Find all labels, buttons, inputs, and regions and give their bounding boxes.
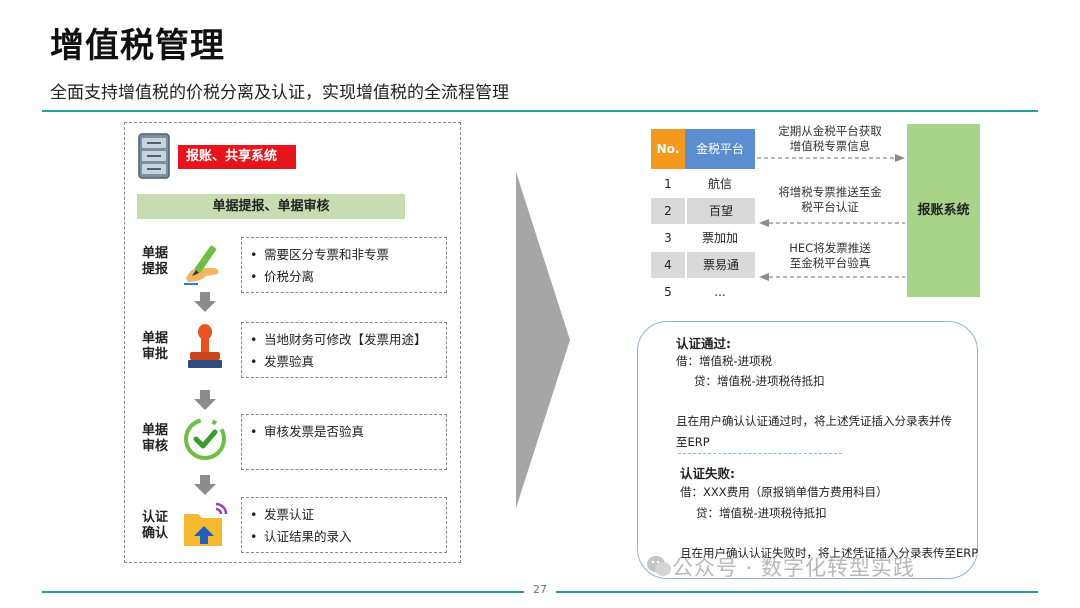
pen-hand-icon — [184, 245, 219, 285]
system-badge: 报账、共享系统 — [178, 145, 296, 169]
accounting-divider — [678, 453, 842, 454]
step-label-submit: 单据 提报 — [141, 246, 168, 277]
pass-debit: 借：增值税-进项税 — [676, 354, 773, 368]
wechat-icon — [647, 556, 671, 576]
step-label-confirm: 认证 确认 — [141, 510, 168, 541]
table-row: 4 票易通 — [651, 252, 755, 278]
table-row: 1 航信 — [664, 177, 732, 191]
check-circle-icon — [184, 418, 226, 460]
footer-line-right — [556, 591, 1038, 593]
table-header-platform: 金税平台 — [685, 129, 755, 169]
stage-bar: 单据提报、单据审核 — [137, 194, 405, 219]
step-bullets-submit: 需要区分专票和非专票 价税分离 — [241, 237, 447, 293]
fail-debit: 借：XXX费用（原报销单借方费用科目） — [680, 485, 888, 499]
title-divider — [42, 110, 1038, 112]
step-label-review: 单据 审核 — [141, 423, 168, 454]
step-bullets-review: 审核发票是否验真 — [241, 414, 447, 470]
footer-line-left — [42, 591, 524, 593]
table-row: 5 ... — [664, 285, 726, 299]
folder-upload-icon — [184, 502, 228, 546]
step-bullets-approve: 当地财务可修改【发票用途】 发票验真 — [241, 322, 447, 378]
fail-credit: 贷：增值税-进项税待抵扣 — [696, 506, 827, 520]
table-row: 2 百望 — [651, 198, 755, 224]
flow-label-fetch: 定期从金税平台获取 增值税专票信息 — [778, 124, 882, 153]
big-right-arrow-icon — [516, 172, 570, 508]
pass-title: 认证通过: — [676, 336, 731, 351]
down-arrow-icon — [194, 292, 216, 312]
reimbursement-system-box: 报账系统 — [907, 124, 980, 297]
fail-title: 认证失败: — [680, 466, 735, 481]
server-icon — [138, 133, 170, 179]
stamp-icon — [188, 324, 222, 368]
down-arrow-icon — [194, 390, 216, 410]
flow-label-certify: 将增税专票推送至金 税平台认证 — [778, 185, 882, 214]
step-label-approve: 单据 审批 — [141, 331, 168, 362]
page-number: 27 — [533, 583, 547, 596]
down-arrow-icon — [194, 475, 216, 495]
accounting-entries-box: 认证通过: 借：增值税-进项税 贷：增值税-进项税待抵扣 且在用户确认认证通过时… — [637, 321, 978, 579]
pass-credit: 贷：增值税-进项税待抵扣 — [694, 374, 825, 388]
page-subtitle: 全面支持增值税的价税分离及认证，实现增值税的全流程管理 — [50, 83, 509, 103]
pass-note-line1: 且在用户确认认证通过时，将上述凭证插入分录表并传 — [676, 414, 952, 428]
table-header-no: No. — [651, 129, 685, 169]
watermark: 公众号 · 数字化转型实践 — [672, 556, 916, 580]
flow-label-verify: HEC将发票推送 至金税平台验真 — [789, 241, 871, 270]
pass-note-line2: 至ERP — [676, 435, 710, 449]
step-bullets-confirm: 发票认证 认证结果的录入 — [241, 497, 447, 553]
table-row: 3 票加加 — [664, 231, 738, 245]
page-title: 增值税管理 — [50, 26, 225, 66]
